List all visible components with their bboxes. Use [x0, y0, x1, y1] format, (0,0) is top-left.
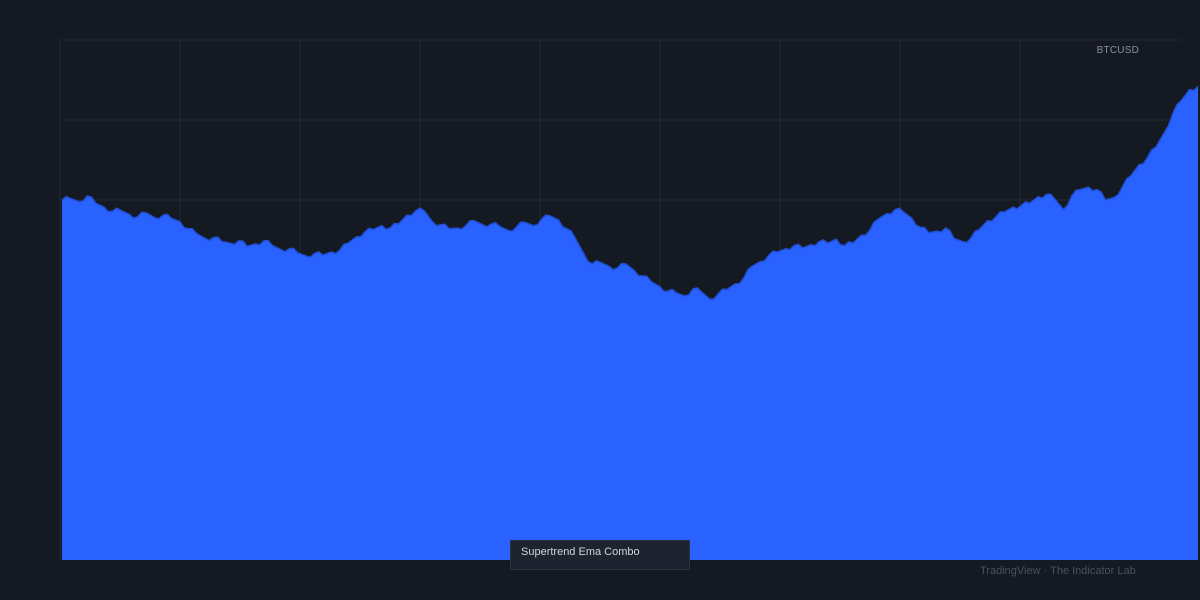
price-area-fill [62, 86, 1198, 561]
symbol-text: BTCUSD [1096, 45, 1139, 56]
price-area-chart[interactable] [0, 0, 1200, 600]
symbol-label: BTCUSD [1097, 45, 1139, 56]
watermark: TradingView · The Indicator Lab [980, 565, 1136, 577]
indicator-name: Supertrend Ema Combo [521, 546, 640, 558]
series-layer [61, 85, 1199, 561]
watermark-text: TradingView · The Indicator Lab [980, 565, 1136, 577]
chart-area[interactable]: BTCUSD Supertrend Ema Combo TradingView … [0, 0, 1200, 600]
indicator-legend-box[interactable]: Supertrend Ema Combo [510, 540, 690, 570]
